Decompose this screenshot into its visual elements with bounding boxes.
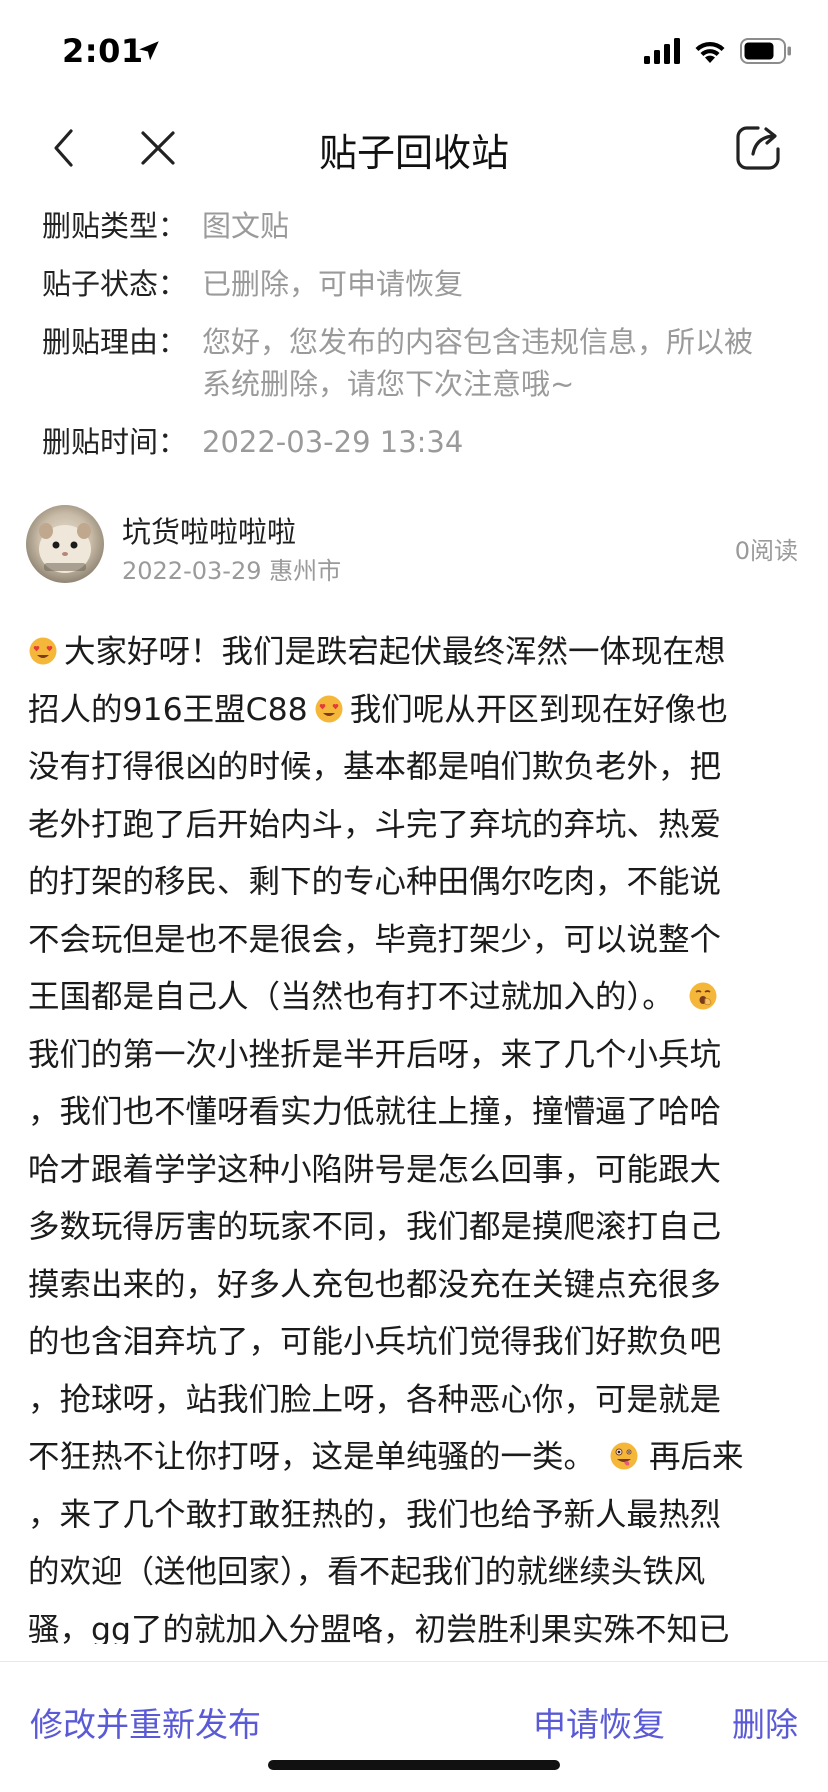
content-line: 我们的第一次小挫折是半开后呀，来了几个小兵坑 bbox=[28, 1027, 804, 1085]
content-text: 骚，gg了的就加入分盟咯，初尝胜利果实殊不知已 bbox=[28, 1611, 730, 1645]
share-button[interactable] bbox=[726, 116, 790, 180]
info-label-time: 删贴时间： bbox=[42, 425, 188, 459]
content-line: 骚，gg了的就加入分盟咯，初尝胜利果实殊不知已 bbox=[28, 1602, 804, 1645]
content-text: 不会玩但是也不是很会，毕竟打架少，可以说整个 bbox=[28, 921, 722, 958]
content-line: 的欢迎（送他回家），看不起我们的就继续头铁风 bbox=[28, 1544, 804, 1602]
content-text: 不狂热不让你打呀，这是单纯骚的一类。 bbox=[28, 1439, 596, 1475]
content-text: 的也含泪弃坑了，可能小兵坑们觉得我们好欺负吧 bbox=[28, 1324, 722, 1360]
content-line: 不会玩但是也不是很会，毕竟打架少，可以说整个 bbox=[28, 912, 804, 970]
content-text: 再后来 bbox=[649, 1439, 744, 1475]
info-value-type: 图文贴 bbox=[202, 209, 290, 243]
cellular-signal-icon bbox=[644, 38, 680, 64]
content-text: 大家好呀！我们是跌宕起伏最终浑然一体现在想 bbox=[64, 634, 726, 670]
content-text: 我们的第一次小挫折是半开后呀，来了几个小兵坑 bbox=[28, 1036, 722, 1073]
content-line: 多数玩得厉害的玩家不同，我们都是摸爬滚打自己 bbox=[28, 1199, 804, 1257]
author-row: 坑货啦啦啦啦 2022-03-29 惠州市 0阅读 bbox=[0, 505, 828, 595]
content-text: ，我们也不懂呀看实力低就往上撞，撞懵逼了哈哈 bbox=[28, 1094, 722, 1130]
status-time: 2:01 bbox=[62, 32, 144, 70]
heart-eyes-emoji-icon bbox=[29, 637, 57, 665]
request-restore-button[interactable]: 申请恢复 bbox=[533, 1698, 665, 1746]
content-text: 招人的916王盟C88 bbox=[28, 691, 308, 728]
content-line: 王国都是自己人（当然也有打不过就加入的）。 bbox=[28, 969, 804, 1027]
content-line: ，来了几个敢打敢狂热的，我们也给予新人最热烈 bbox=[28, 1487, 804, 1545]
content-text: ，抢球呀，站我们脸上呀，各种恶心你，可是就是 bbox=[28, 1381, 722, 1418]
info-value-reason-line1: 您好，您发布的内容包含违规信息，所以被 bbox=[202, 325, 754, 359]
info-value-time: 2022-03-29 13:34 bbox=[202, 425, 464, 459]
nav-bar: 贴子回收站 bbox=[0, 100, 828, 196]
heart-eyes-emoji-icon bbox=[315, 695, 343, 722]
bottom-action-bar: 修改并重新发布 申请恢复 删除 bbox=[0, 1662, 828, 1792]
avatar[interactable] bbox=[26, 505, 104, 583]
content-text: 的欢迎（送他回家），看不起我们的就继续头铁风 bbox=[28, 1554, 706, 1590]
battery-icon bbox=[740, 38, 791, 64]
content-text: ，来了几个敢打敢狂热的，我们也给予新人最热烈 bbox=[28, 1496, 722, 1533]
post-content: 大家好呀！我们是跌宕起伏最终浑然一体现在想 招人的916王盟C88 我们呢从开区… bbox=[28, 624, 804, 1644]
info-value-reason-line2: 系统删除，请您下次注意哦~ bbox=[202, 367, 575, 401]
delete-button[interactable]: 删除 bbox=[732, 1698, 798, 1746]
content-text: 哈才跟着学学这种小陷阱号是怎么回事，可能跟大 bbox=[28, 1151, 722, 1188]
content-line: 摸索出来的，好多人充包也都没充在关键点充很多 bbox=[28, 1257, 804, 1315]
status-icons bbox=[644, 36, 792, 66]
author-name[interactable]: 坑货啦啦啦啦 bbox=[122, 509, 296, 551]
content-text: 没有打得很凶的时候，基本都是咱们欺负老外，把 bbox=[28, 749, 722, 785]
zany-face-emoji-icon bbox=[610, 1442, 638, 1470]
content-text: 的打架的移民、剩下的专心种田偶尔吃肉，不能说 bbox=[28, 864, 722, 900]
content-text: 老外打跑了后开始内斗，斗完了弃坑的弃坑、热爱 bbox=[28, 806, 722, 843]
content-line: 招人的916王盟C88 我们呢从开区到现在好像也 bbox=[28, 682, 804, 740]
content-line: 哈才跟着学学这种小陷阱号是怎么回事，可能跟大 bbox=[28, 1142, 804, 1200]
read-count: 0阅读 bbox=[734, 537, 798, 565]
page-title: 贴子回收站 bbox=[318, 131, 509, 175]
content-line: ，抢球呀，站我们脸上呀，各种恶心你，可是就是 bbox=[28, 1372, 804, 1430]
info-label-type: 删贴类型： bbox=[42, 209, 188, 243]
post-meta: 2022-03-29 惠州市 bbox=[122, 557, 342, 585]
content-line: 的也含泪弃坑了，可能小兵坑们觉得我们好欺负吧 bbox=[28, 1314, 804, 1372]
hamster-avatar-icon bbox=[39, 523, 91, 573]
content-text: 我们呢从开区到现在好像也 bbox=[349, 691, 728, 728]
yawning-emoji-icon bbox=[689, 982, 717, 1010]
content-line: 大家好呀！我们是跌宕起伏最终浑然一体现在想 bbox=[28, 624, 804, 682]
content-line: ，我们也不懂呀看实力低就往上撞，撞懵逼了哈哈 bbox=[28, 1084, 804, 1142]
content-line: 老外打跑了后开始内斗，斗完了弃坑的弃坑、热爱 bbox=[28, 797, 804, 855]
status-bar: 2:01 bbox=[0, 0, 828, 100]
info-value-status: 已删除，可申请恢复 bbox=[202, 267, 464, 301]
content-text: 王国都是自己人（当然也有打不过就加入的）。 bbox=[28, 979, 674, 1015]
info-label-status: 贴子状态： bbox=[42, 267, 188, 301]
wifi-icon bbox=[695, 41, 725, 63]
home-indicator[interactable] bbox=[268, 1760, 560, 1770]
content-text: 摸索出来的，好多人充包也都没充在关键点充很多 bbox=[28, 1266, 722, 1303]
location-arrow-icon bbox=[139, 41, 159, 61]
info-label-reason: 删贴理由： bbox=[42, 325, 188, 359]
share-icon bbox=[736, 126, 780, 170]
edit-republish-button[interactable]: 修改并重新发布 bbox=[30, 1698, 261, 1746]
content-text: 多数玩得厉害的玩家不同，我们都是摸爬滚打自己 bbox=[28, 1209, 722, 1245]
content-line: 没有打得很凶的时候，基本都是咱们欺负老外，把 bbox=[28, 739, 804, 797]
content-line: 的打架的移民、剩下的专心种田偶尔吃肉，不能说 bbox=[28, 854, 804, 912]
content-line: 不狂热不让你打呀，这是单纯骚的一类。 再后来 bbox=[28, 1429, 804, 1487]
